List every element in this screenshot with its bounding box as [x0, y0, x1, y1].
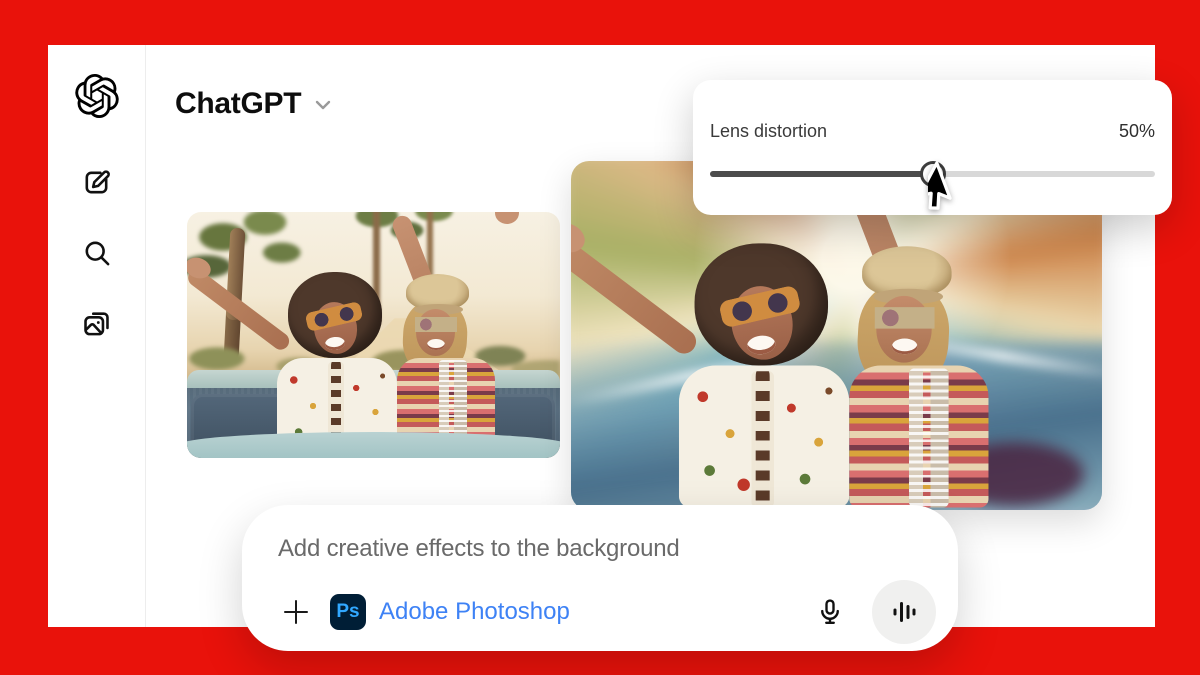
- library-button[interactable]: [75, 300, 119, 344]
- photo-original: [187, 212, 560, 458]
- prompt-composer[interactable]: Add creative effects to the background P…: [242, 505, 958, 651]
- mic-button[interactable]: [810, 592, 850, 632]
- openai-logo: [74, 74, 119, 119]
- lens-distortion-label: Lens distortion: [710, 121, 828, 141]
- lens-distortion-value: 50%: [1118, 121, 1155, 141]
- blouse-placket-art: [751, 371, 775, 508]
- microphone-icon: [821, 599, 839, 624]
- prompt-text[interactable]: Add creative effects to the background: [278, 535, 936, 563]
- car-bench-art: [187, 432, 560, 458]
- figure-smile-art: [427, 339, 445, 350]
- attach-button[interactable]: [278, 594, 314, 630]
- voice-waveform-icon: [893, 602, 916, 622]
- library-images-icon: [84, 311, 109, 335]
- photoshop-label: Adobe Photoshop: [379, 598, 570, 625]
- photo-original-art: [187, 212, 560, 458]
- chevron-down-icon: [311, 87, 335, 122]
- round-glasses-art: [874, 307, 935, 329]
- new-chat-button[interactable]: [75, 160, 119, 204]
- round-glasses-art: [415, 317, 457, 332]
- plus-icon: [284, 600, 308, 624]
- cursor-pointer: [928, 161, 952, 210]
- slider-fill: [710, 171, 933, 177]
- figure-smile-art: [891, 338, 918, 355]
- search-icon: [85, 241, 110, 265]
- search-button[interactable]: [75, 230, 119, 274]
- sequin-scarf-art: [908, 368, 949, 508]
- photoshop-chip[interactable]: Ps Adobe Photoshop: [330, 594, 570, 630]
- new-chat-icon: [85, 169, 110, 193]
- voice-mode-button[interactable]: [872, 580, 936, 644]
- model-switcher[interactable]: ChatGPT: [175, 78, 335, 130]
- page-title: ChatGPT: [175, 87, 302, 120]
- sidebar: [48, 45, 146, 627]
- figure-arm-art: [571, 234, 701, 359]
- photoshop-icon: Ps: [330, 594, 366, 630]
